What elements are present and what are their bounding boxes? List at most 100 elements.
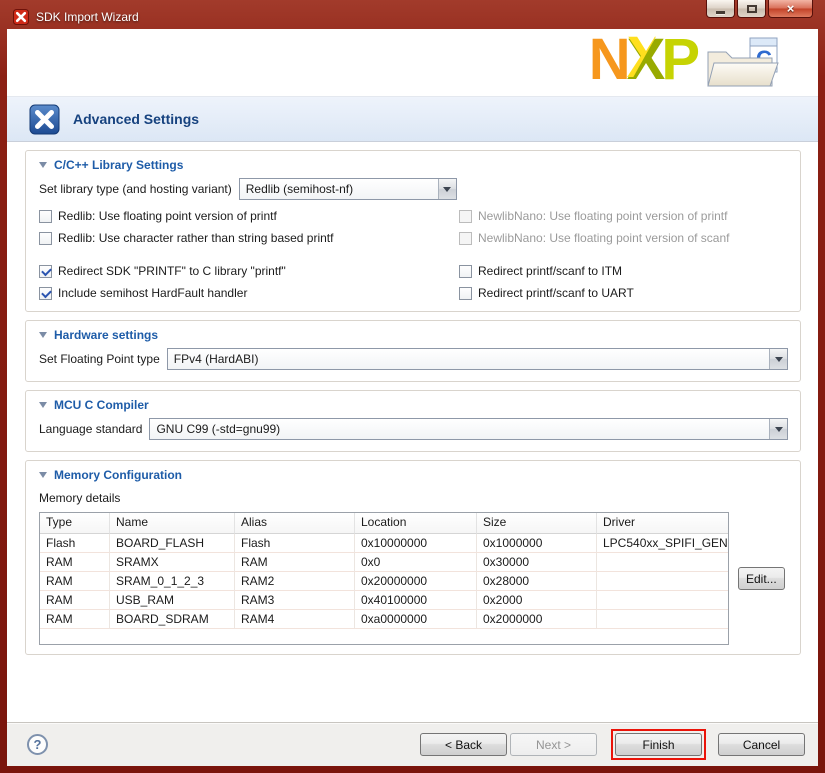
floating-point-dropdown[interactable]: FPv4 (HardABI): [167, 348, 788, 370]
checkbox-redirect-sdk-printf[interactable]: Redirect SDK "PRINTF" to C library "prin…: [39, 262, 453, 280]
library-type-value: Redlib (semihost-nf): [240, 182, 438, 196]
window-title: SDK Import Wizard: [36, 10, 139, 24]
section-hardware-title: Hardware settings: [54, 328, 158, 342]
close-button[interactable]: ×: [768, 0, 813, 18]
column-header-name[interactable]: Name: [110, 513, 235, 534]
collapse-triangle-icon: [39, 332, 47, 338]
wizard-dialog: NXP C: [7, 29, 818, 766]
memory-cell: LPC540xx_SPIFI_GENE...: [597, 534, 728, 553]
edit-button[interactable]: Edit...: [738, 567, 785, 590]
checkbox-label: Redlib: Use character rather than string…: [58, 231, 333, 245]
checkbox-label: Redirect SDK "PRINTF" to C library "prin…: [58, 264, 286, 278]
memory-cell: RAM: [40, 572, 110, 591]
column-header-alias[interactable]: Alias: [235, 513, 355, 534]
checkbox-label: NewlibNano: Use floating point version o…: [478, 231, 729, 245]
memory-cell: RAM: [40, 553, 110, 572]
section-compiler-title: MCU C Compiler: [54, 398, 149, 412]
column-header-driver[interactable]: Driver: [597, 513, 728, 534]
help-button[interactable]: ?: [27, 734, 48, 755]
memory-cell: RAM: [235, 553, 355, 572]
next-button: Next >: [510, 733, 597, 756]
maximize-button[interactable]: [737, 0, 766, 18]
section-hardware-settings: Hardware settings Set Floating Point typ…: [25, 320, 801, 382]
checkbox-box[interactable]: [459, 287, 472, 300]
library-type-dropdown[interactable]: Redlib (semihost-nf): [239, 178, 457, 200]
section-compiler-header[interactable]: MCU C Compiler: [39, 394, 788, 416]
section-library-title: C/C++ Library Settings: [54, 158, 183, 172]
banner: Advanced Settings: [7, 96, 818, 142]
checkbox-box[interactable]: [39, 232, 52, 245]
memory-cell: BOARD_FLASH: [110, 534, 235, 553]
table-row-sram-0123[interactable]: RAM SRAM_0_1_2_3 RAM2 0x20000000 0x28000: [40, 572, 728, 591]
checkbox-box: [459, 210, 472, 223]
footer-buttons: < Back Next > Finish Cancel: [420, 729, 805, 760]
library-checkbox-grid: Redlib: Use floating point version of pr…: [39, 207, 788, 302]
finish-button[interactable]: Finish: [615, 733, 702, 756]
memory-table-area: Type Name Alias Location Size Driver Fla…: [39, 512, 788, 645]
column-header-type[interactable]: Type: [40, 513, 110, 534]
table-row-board-sdram[interactable]: RAM BOARD_SDRAM RAM4 0xa0000000 0x200000…: [40, 610, 728, 629]
checkbox-label: Redirect printf/scanf to UART: [478, 286, 634, 300]
chevron-down-icon: [438, 179, 456, 199]
chevron-down-icon: [769, 419, 787, 439]
memory-cell: 0x28000: [477, 572, 597, 591]
memory-cell: 0x30000: [477, 553, 597, 572]
memory-cell: 0x1000000: [477, 534, 597, 553]
memory-cell: BOARD_SDRAM: [110, 610, 235, 629]
close-icon: ×: [787, 2, 795, 15]
memory-cell: 0xa0000000: [355, 610, 477, 629]
memory-cell: Flash: [40, 534, 110, 553]
memory-cell: USB_RAM: [110, 591, 235, 610]
memory-cell: 0x40100000: [355, 591, 477, 610]
memory-cell: RAM4: [235, 610, 355, 629]
floating-point-value: FPv4 (HardABI): [168, 352, 769, 366]
checkbox-box[interactable]: [459, 265, 472, 278]
checkbox-redlib-char-printf[interactable]: Redlib: Use character rather than string…: [39, 229, 453, 247]
titlebar[interactable]: SDK Import Wizard: [7, 0, 818, 29]
memory-cell: 0x10000000: [355, 534, 477, 553]
header: NXP C: [7, 29, 818, 96]
memory-cell: 0x2000000: [477, 610, 597, 629]
checkbox-label: Redlib: Use floating point version of pr…: [58, 209, 277, 223]
checkbox-box[interactable]: [39, 287, 52, 300]
checkbox-redirect-uart[interactable]: Redirect printf/scanf to UART: [459, 284, 788, 302]
mcuxpresso-x-icon: [29, 104, 60, 135]
section-memory-configuration: Memory Configuration Memory details Type…: [25, 460, 801, 655]
checkbox-semihost-hardfault[interactable]: Include semihost HardFault handler: [39, 284, 453, 302]
page-title: Advanced Settings: [73, 111, 199, 127]
nxp-logo-p: P: [661, 29, 696, 92]
checkbox-box: [459, 232, 472, 245]
minimize-icon: [716, 11, 725, 14]
checkbox-label: NewlibNano: Use floating point version o…: [478, 209, 727, 223]
memory-table[interactable]: Type Name Alias Location Size Driver Fla…: [39, 512, 729, 645]
maximize-icon: [747, 5, 757, 13]
chevron-down-icon: [769, 349, 787, 369]
memory-cell: RAM: [40, 610, 110, 629]
section-memory-title: Memory Configuration: [54, 468, 182, 482]
column-header-location[interactable]: Location: [355, 513, 477, 534]
section-memory-header[interactable]: Memory Configuration: [39, 464, 788, 486]
checkbox-redlib-float-printf[interactable]: Redlib: Use floating point version of pr…: [39, 207, 453, 225]
table-row-usb-ram[interactable]: RAM USB_RAM RAM3 0x40100000 0x2000: [40, 591, 728, 610]
memory-cell: [597, 572, 728, 591]
back-button[interactable]: < Back: [420, 733, 507, 756]
table-row-board-flash[interactable]: Flash BOARD_FLASH Flash 0x10000000 0x100…: [40, 534, 728, 553]
memory-cell: [597, 553, 728, 572]
language-standard-dropdown[interactable]: GNU C99 (-std=gnu99): [149, 418, 788, 440]
library-type-row: Set library type (and hosting variant) R…: [39, 178, 788, 200]
cancel-button[interactable]: Cancel: [718, 733, 805, 756]
column-header-size[interactable]: Size: [477, 513, 597, 534]
section-hardware-header[interactable]: Hardware settings: [39, 324, 788, 346]
checkbox-newlibnano-float-scanf: NewlibNano: Use floating point version o…: [459, 229, 788, 247]
library-type-label: Set library type (and hosting variant): [39, 182, 232, 196]
checkbox-box[interactable]: [39, 265, 52, 278]
minimize-button[interactable]: [706, 0, 735, 18]
memory-cell: Flash: [235, 534, 355, 553]
checkbox-box[interactable]: [39, 210, 52, 223]
section-mcu-c-compiler: MCU C Compiler Language standard GNU C99…: [25, 390, 801, 452]
memory-table-header-row: Type Name Alias Location Size Driver: [40, 513, 728, 534]
section-library-header[interactable]: C/C++ Library Settings: [39, 154, 788, 176]
table-row-sramx[interactable]: RAM SRAMX RAM 0x0 0x30000: [40, 553, 728, 572]
collapse-triangle-icon: [39, 162, 47, 168]
checkbox-redirect-itm[interactable]: Redirect printf/scanf to ITM: [459, 262, 788, 280]
